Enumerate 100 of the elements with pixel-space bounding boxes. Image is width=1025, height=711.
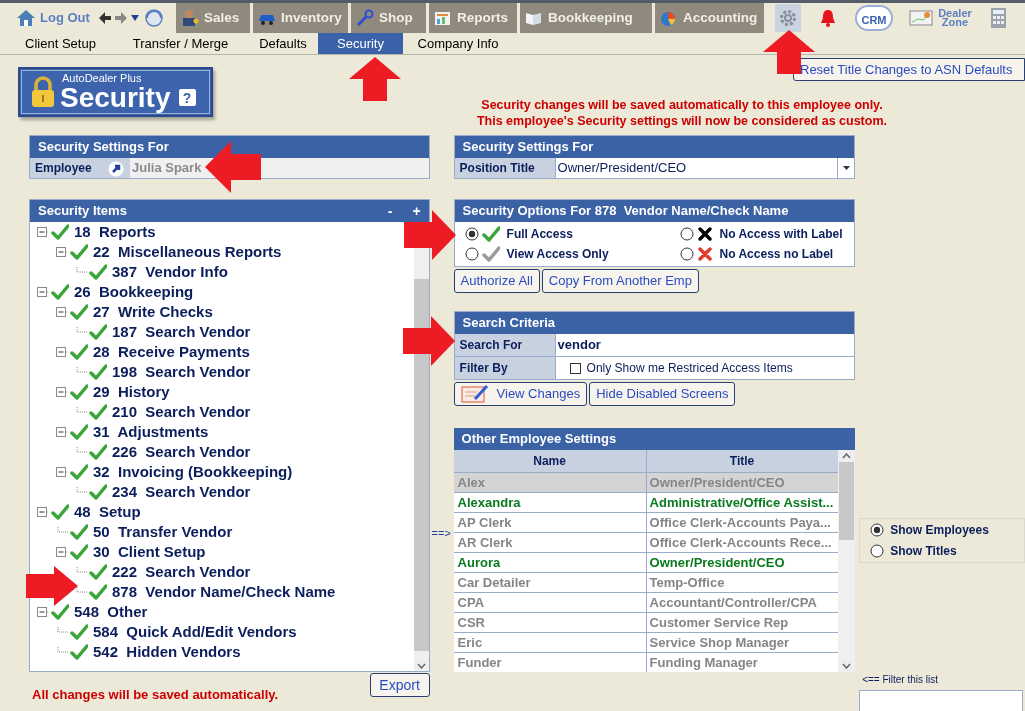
collapse-icon[interactable] — [56, 547, 68, 557]
section-tab[interactable]: Transfer / Merge — [113, 33, 248, 54]
table-cell: Office Clerk-Accounts Paya... — [645, 513, 838, 532]
table-cell: Service Shop Manager — [645, 633, 838, 652]
search-field[interactable]: vendor — [554, 334, 855, 356]
table-row[interactable]: AR Clerk Office Clerk-Accounts Rece... — [453, 533, 839, 553]
table-cell: Owner/President/CEO — [645, 473, 838, 492]
collapse-icon[interactable] — [56, 467, 68, 477]
table-cell: Owner/President/CEO — [645, 553, 838, 572]
scrollbar-thumb[interactable] — [413, 279, 429, 651]
table-row[interactable]: AP Clerk Office Clerk-Accounts Paya... — [453, 513, 839, 533]
radio-button[interactable] — [679, 247, 694, 261]
collapse-icon[interactable] — [37, 607, 49, 617]
column-header[interactable]: Name — [453, 450, 646, 472]
position-title-dropdown[interactable]: Owner/President/CEO — [554, 158, 855, 178]
option-label: No Access no Label — [719, 246, 834, 263]
table-cell: Accountant/Controller/CPA — [645, 593, 838, 612]
filter-field[interactable] — [859, 690, 1024, 711]
table-cell-text: Aurora — [456, 553, 502, 572]
table-row[interactable]: Car Detailer Temp-Office — [453, 573, 839, 593]
table-cell-text: AR Clerk — [456, 533, 514, 552]
bell-icon — [819, 8, 837, 28]
pointer-arrow — [349, 57, 401, 101]
copy-from-employee-button[interactable]: Copy From Another Emp — [541, 269, 699, 293]
collapse-icon[interactable] — [37, 507, 49, 517]
table-cell: Office Clerk-Accounts Rece... — [645, 533, 838, 552]
table-cell: Temp-Office — [645, 573, 838, 592]
scroll-down-icon — [416, 663, 426, 669]
pointer-arrow — [26, 566, 78, 606]
table-cell: Funding Manager — [645, 653, 838, 672]
help-icon[interactable]: ? — [178, 89, 196, 106]
table-cell-text: Funder — [456, 653, 503, 672]
panel-title: Security Settings For — [462, 138, 594, 157]
section-tab[interactable]: Security — [318, 33, 403, 54]
collapse-icon[interactable] — [37, 227, 49, 237]
section-tab[interactable]: Client Setup — [8, 33, 113, 54]
calculator-button[interactable] — [989, 7, 1007, 29]
module-icon — [659, 9, 678, 27]
autosave-note: All changes will be saved automatically. — [32, 686, 279, 704]
pointer-arrow — [205, 141, 261, 193]
radio-button[interactable] — [870, 544, 885, 558]
table-cell-text: CPA — [456, 593, 486, 612]
table-row[interactable]: Aurora Owner/President/CEO — [453, 553, 839, 573]
notice-text: This employee's Security settings will now be considered as custom. — [476, 113, 887, 129]
scrollbar-thumb[interactable] — [839, 462, 855, 540]
module-icon — [433, 9, 452, 27]
pointer-arrow — [403, 316, 455, 366]
home-icon — [16, 9, 36, 27]
collapse-icon[interactable] — [56, 387, 68, 397]
expand-all-button[interactable]: + — [412, 200, 421, 222]
export-button[interactable]: Export — [369, 673, 430, 697]
collapse-icon[interactable] — [37, 287, 49, 297]
table-cell-text: Alexandra — [456, 493, 522, 512]
settings-button[interactable] — [775, 4, 801, 32]
checkbox[interactable] — [569, 362, 581, 374]
crm-button[interactable]: CRM — [855, 5, 893, 31]
table-cell-text: CSR — [456, 613, 486, 632]
table-row[interactable]: CPA Accountant/Controller/CPA — [453, 593, 839, 613]
view-changes-button[interactable]: View Changes — [453, 382, 588, 406]
scrollbar[interactable] — [838, 450, 856, 672]
dropdown-caret-icon — [842, 166, 850, 170]
table-cell: Customer Service Rep — [645, 613, 838, 632]
table-row[interactable]: CSR Customer Service Rep — [453, 613, 839, 633]
column-header[interactable]: Title — [645, 450, 838, 472]
table-row[interactable]: Eric Service Shop Manager — [453, 633, 839, 653]
radio-label: Show Employees — [890, 522, 989, 539]
collapse-all-button[interactable]: - — [387, 200, 393, 222]
notebook-pen-icon — [460, 384, 489, 404]
collapse-icon[interactable] — [56, 427, 68, 437]
radio-label: Show Titles — [890, 543, 957, 560]
module-icon — [180, 9, 199, 27]
radio-button[interactable] — [464, 247, 479, 261]
option-label: Full Access — [506, 226, 573, 243]
collapse-icon[interactable] — [56, 347, 68, 357]
panel-title: Other Employee Settings — [461, 430, 617, 449]
reset-title-changes-button[interactable]: Reset Title Changes to ASN Defaults — [793, 58, 1025, 81]
section-tab[interactable]: Company Info — [403, 33, 513, 54]
back-forward-icon — [97, 11, 140, 25]
scroll-down-icon — [842, 663, 852, 669]
panel-title: Security Options For 878 Vendor Name/Check Name — [462, 202, 789, 221]
table-cell: Administrative/Office Assist... — [645, 493, 838, 512]
field-label: Employee — [30, 158, 130, 178]
table-cell-text: Eric — [456, 633, 484, 652]
table-row[interactable]: Alexandra Administrative/Office Assist... — [453, 493, 839, 513]
radio-button[interactable] — [679, 227, 694, 241]
padlock-icon — [30, 76, 56, 108]
gear-icon — [779, 9, 797, 27]
table-cell-text: AP Clerk — [456, 513, 513, 532]
collapse-icon[interactable] — [56, 307, 68, 317]
link-arrow-icon — [108, 161, 124, 177]
table-row[interactable]: Funder Funding Manager — [453, 653, 839, 672]
collapse-icon[interactable] — [56, 247, 68, 257]
section-tab[interactable]: Defaults — [248, 33, 318, 54]
authorize-all-button[interactable]: Authorize All — [453, 269, 540, 293]
radio-button[interactable] — [870, 523, 885, 537]
option-label: View Access Only — [506, 246, 609, 263]
transfer-arrow: ==> — [431, 526, 451, 541]
dashboard-icon — [909, 10, 933, 26]
radio-button[interactable] — [464, 227, 479, 241]
calculator-icon — [990, 8, 1006, 28]
